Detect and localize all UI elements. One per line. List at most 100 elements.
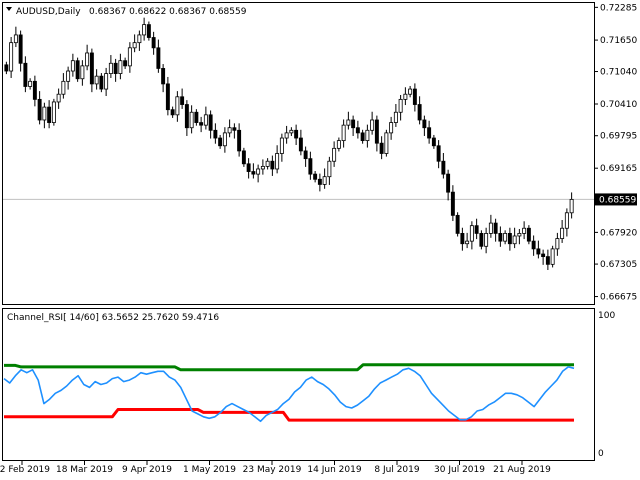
candle[interactable]: [512, 227, 517, 249]
candle[interactable]: [47, 100, 52, 129]
candle[interactable]: [123, 57, 128, 69]
candle[interactable]: [365, 124, 370, 148]
candle[interactable]: [165, 76, 170, 116]
candle[interactable]: [241, 147, 246, 167]
candle[interactable]: [374, 115, 379, 152]
candle[interactable]: [313, 171, 318, 183]
candle[interactable]: [484, 227, 489, 254]
candle[interactable]: [203, 106, 208, 130]
candle[interactable]: [545, 249, 550, 271]
candle[interactable]: [384, 129, 389, 157]
candle[interactable]: [260, 159, 265, 175]
candle[interactable]: [142, 17, 147, 41]
candle[interactable]: [427, 120, 432, 144]
candle[interactable]: [346, 111, 351, 130]
price-panel[interactable]: [3, 17, 594, 271]
candle[interactable]: [351, 115, 356, 136]
candle[interactable]: [412, 83, 417, 112]
candle[interactable]: [393, 104, 398, 127]
candle[interactable]: [89, 48, 94, 93]
candle[interactable]: [555, 232, 560, 256]
candle[interactable]: [23, 56, 28, 93]
candle[interactable]: [56, 88, 61, 109]
candle[interactable]: [360, 129, 365, 144]
candle[interactable]: [61, 73, 66, 99]
candle[interactable]: [246, 158, 251, 179]
candle[interactable]: [199, 116, 204, 133]
candle[interactable]: [507, 227, 512, 251]
candle[interactable]: [4, 61, 9, 75]
candle[interactable]: [170, 106, 175, 118]
candle[interactable]: [151, 31, 156, 55]
candle[interactable]: [18, 30, 23, 72]
candle[interactable]: [370, 111, 375, 135]
candle[interactable]: [42, 102, 47, 129]
candle[interactable]: [465, 232, 470, 249]
candle[interactable]: [431, 134, 436, 149]
candle[interactable]: [256, 164, 261, 183]
candle[interactable]: [436, 140, 441, 169]
candle[interactable]: [156, 39, 161, 73]
indicator-panel[interactable]: [3, 363, 575, 423]
candle[interactable]: [503, 230, 508, 245]
candle[interactable]: [113, 58, 118, 82]
candle[interactable]: [469, 221, 474, 250]
candle[interactable]: [379, 136, 384, 160]
candle[interactable]: [75, 57, 80, 82]
candle[interactable]: [355, 120, 360, 139]
candle[interactable]: [493, 218, 498, 242]
candle[interactable]: [66, 66, 71, 90]
candle[interactable]: [403, 87, 408, 106]
candle[interactable]: [488, 214, 493, 238]
candle[interactable]: [327, 156, 332, 185]
candle[interactable]: [560, 220, 565, 243]
candle[interactable]: [127, 42, 132, 73]
candle[interactable]: [70, 53, 75, 77]
candle[interactable]: [237, 123, 242, 157]
candle[interactable]: [85, 44, 90, 71]
candle[interactable]: [550, 245, 555, 268]
candle[interactable]: [227, 119, 232, 138]
candle[interactable]: [194, 109, 199, 126]
candle[interactable]: [104, 67, 109, 97]
candle[interactable]: [441, 152, 446, 179]
candle[interactable]: [522, 221, 527, 240]
candle[interactable]: [298, 129, 303, 156]
candle[interactable]: [279, 133, 284, 162]
candle[interactable]: [284, 125, 289, 144]
candle[interactable]: [208, 110, 213, 139]
candle[interactable]: [161, 64, 166, 93]
candle[interactable]: [132, 34, 137, 53]
candle[interactable]: [28, 78, 33, 90]
candle[interactable]: [417, 96, 422, 125]
candle[interactable]: [422, 115, 427, 136]
candle[interactable]: [37, 91, 42, 125]
candle[interactable]: [222, 127, 227, 153]
candle[interactable]: [450, 185, 455, 222]
candle[interactable]: [218, 134, 223, 149]
candle[interactable]: [99, 73, 104, 93]
candle[interactable]: [80, 60, 85, 86]
candle[interactable]: [9, 36, 14, 78]
candle[interactable]: [531, 235, 536, 256]
candle[interactable]: [389, 116, 394, 140]
candle[interactable]: [180, 88, 185, 109]
candle[interactable]: [251, 163, 256, 179]
candle[interactable]: [498, 226, 503, 247]
candle[interactable]: [13, 26, 18, 48]
candle[interactable]: [332, 141, 337, 167]
candle[interactable]: [446, 169, 451, 201]
candle[interactable]: [146, 21, 151, 41]
candle[interactable]: [341, 119, 346, 148]
candle[interactable]: [308, 151, 313, 180]
candle[interactable]: [474, 218, 479, 240]
candle[interactable]: [303, 146, 308, 167]
candle[interactable]: [51, 98, 56, 126]
candle[interactable]: [398, 94, 403, 121]
candle[interactable]: [569, 192, 574, 219]
candle[interactable]: [536, 240, 541, 259]
candle[interactable]: [275, 145, 280, 174]
candle[interactable]: [265, 158, 270, 170]
candle[interactable]: [455, 212, 460, 237]
candle[interactable]: [526, 225, 531, 245]
